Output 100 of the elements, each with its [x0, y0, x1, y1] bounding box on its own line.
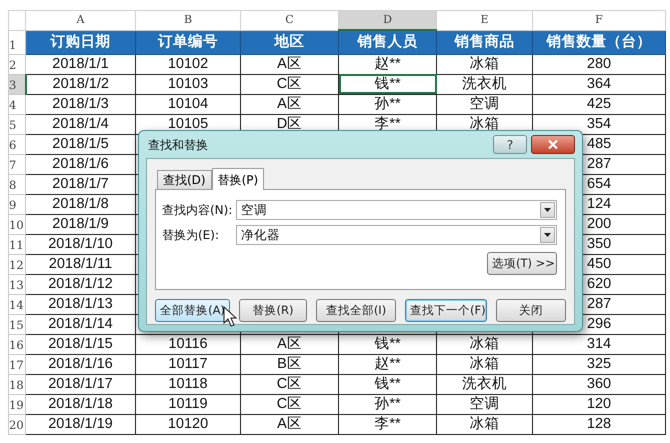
row-number[interactable]: 12	[8, 254, 26, 274]
header-cell: 订购日期	[26, 30, 136, 54]
table-cell: 2018/1/14	[26, 314, 136, 334]
table-cell: 洗衣机	[436, 74, 532, 94]
table-cell: 2018/1/4	[26, 114, 136, 134]
table-cell: 孙**	[338, 94, 436, 114]
table-cell: 2018/1/1	[26, 54, 136, 74]
row-number[interactable]: 5	[8, 114, 26, 134]
table-cell: 2018/1/16	[26, 354, 136, 374]
table-cell: 2018/1/12	[26, 274, 136, 294]
table-cell: 2018/1/3	[26, 94, 136, 114]
table-cell: 2018/1/6	[26, 154, 136, 174]
dialog-button[interactable]: 替换(R)	[239, 299, 307, 322]
table-cell: 冰箱	[436, 414, 532, 434]
row-number[interactable]: 16	[8, 334, 26, 354]
table-cell: 孙**	[338, 394, 436, 414]
table-cell: 2018/1/2	[26, 74, 136, 94]
tab[interactable]: 替换(P)	[212, 168, 264, 190]
table-cell: 360	[532, 374, 666, 394]
table-cell: A区	[240, 414, 338, 434]
table-cell: 364	[532, 74, 666, 94]
table-cell: A区	[240, 54, 338, 74]
row-number[interactable]: 2	[8, 54, 26, 74]
dialog-button[interactable]: 全部替换(A)	[155, 299, 230, 322]
header-cell: 地区	[240, 30, 338, 54]
table-cell: 425	[532, 94, 666, 114]
table-cell: 冰箱	[436, 334, 532, 354]
header-cell: 销售数量（台）	[532, 30, 666, 54]
mouse-cursor-icon	[223, 306, 237, 328]
table-cell: 赵**	[338, 354, 436, 374]
table-cell: 10120	[136, 414, 240, 434]
header-cell: 销售人员	[338, 30, 436, 54]
column-header[interactable]: D	[338, 10, 436, 30]
combo-field[interactable]: 空调	[236, 200, 557, 220]
row-number[interactable]: 9	[8, 194, 26, 214]
dialog-button[interactable]: 查找下一个(F)	[405, 299, 487, 322]
row-number[interactable]: 8	[8, 174, 26, 194]
row-number[interactable]: 7	[8, 154, 26, 174]
table-cell: 2018/1/11	[26, 254, 136, 274]
table-cell: 10119	[136, 394, 240, 414]
table-cell: 空调	[436, 394, 532, 414]
table-cell: 2018/1/18	[26, 394, 136, 414]
column-header[interactable]: E	[436, 10, 532, 30]
row-number[interactable]: 19	[8, 394, 26, 414]
table-cell: 2018/1/19	[26, 414, 136, 434]
row-number[interactable]: 20	[8, 414, 26, 434]
table-cell: 钱**	[338, 374, 436, 394]
table-cell: 314	[532, 334, 666, 354]
table-cell: 洗衣机	[436, 374, 532, 394]
row-number[interactable]: 3	[8, 74, 26, 94]
dialog-title: 查找和替换	[147, 136, 208, 154]
column-header[interactable]: A	[26, 10, 136, 30]
table-cell: 2018/1/5	[26, 134, 136, 154]
table-cell: 2018/1/13	[26, 294, 136, 314]
table-cell: 冰箱	[436, 354, 532, 374]
table-cell: 2018/1/7	[26, 174, 136, 194]
options-button[interactable]: 选项(T) >>	[487, 252, 557, 275]
column-header[interactable]: C	[240, 10, 338, 30]
table-cell: 钱**	[338, 334, 436, 354]
combo-field[interactable]: 净化器	[236, 225, 557, 245]
dropdown-arrow-icon[interactable]	[544, 208, 551, 212]
table-cell: 10117	[136, 354, 240, 374]
table-cell: 325	[532, 354, 666, 374]
row-number[interactable]: 13	[8, 274, 26, 294]
table-cell: 10103	[136, 74, 240, 94]
row-number[interactable]: 17	[8, 354, 26, 374]
help-button[interactable]: ?	[493, 135, 527, 154]
header-cell: 订单编号	[136, 30, 240, 54]
column-header[interactable]: B	[136, 10, 240, 30]
table-cell: A区	[240, 94, 338, 114]
row-number[interactable]: 10	[8, 214, 26, 234]
row-number[interactable]: 1	[8, 30, 26, 54]
row-number[interactable]: 6	[8, 134, 26, 154]
table-cell: 120	[532, 394, 666, 414]
dialog-button[interactable]: 查找全部(I)	[316, 299, 396, 322]
table-cell: A区	[240, 334, 338, 354]
table-cell: 2018/1/15	[26, 334, 136, 354]
dialog-button[interactable]: 关闭	[496, 299, 566, 322]
row-number[interactable]: 15	[8, 314, 26, 334]
table-cell: 10118	[136, 374, 240, 394]
table-cell: 2018/1/10	[26, 234, 136, 254]
table-cell: 2018/1/17	[26, 374, 136, 394]
table-cell: 280	[532, 54, 666, 74]
table-cell: 2018/1/9	[26, 214, 136, 234]
row-number[interactable]: 4	[8, 94, 26, 114]
dropdown-arrow-icon[interactable]	[544, 233, 551, 237]
table-cell: 2018/1/8	[26, 194, 136, 214]
row-number[interactable]: 11	[8, 234, 26, 254]
table-cell: 10104	[136, 94, 240, 114]
table-cell: C区	[240, 394, 338, 414]
table-cell: C区	[240, 74, 338, 94]
header-cell: 销售商品	[436, 30, 532, 54]
row-number[interactable]: 18	[8, 374, 26, 394]
table-cell: 128	[532, 414, 666, 434]
tab[interactable]: 查找(D)	[157, 170, 212, 189]
table-cell: 李**	[338, 414, 436, 434]
close-button[interactable]	[531, 135, 575, 154]
table-cell: B区	[240, 354, 338, 374]
row-number[interactable]: 14	[8, 294, 26, 314]
column-header[interactable]: F	[532, 10, 666, 30]
